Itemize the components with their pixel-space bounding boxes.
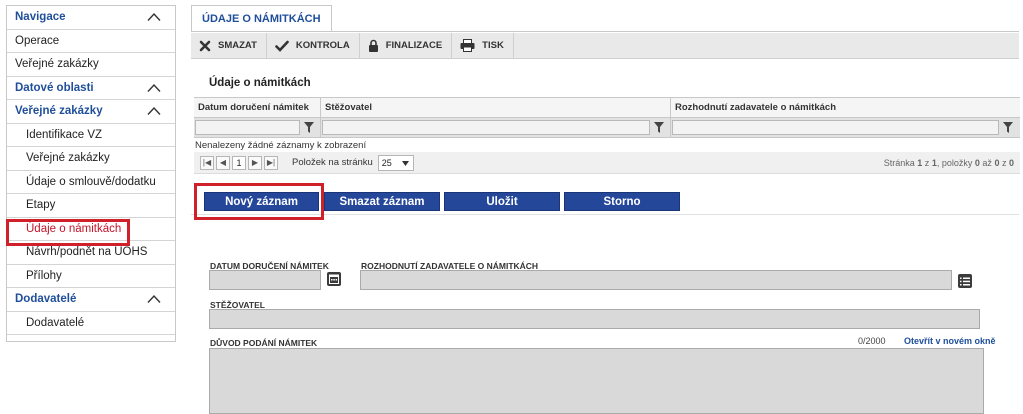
first-page-icon[interactable]: |◀	[200, 155, 214, 170]
per-page-label: Položek na stránku	[292, 157, 373, 168]
chevron-down-icon	[401, 160, 409, 166]
close-icon	[199, 40, 211, 51]
sidebar-item-label: Veřejné zakázky	[15, 58, 99, 71]
next-page-icon[interactable]: ▶	[248, 155, 262, 170]
delete-button[interactable]: SMAZAT	[191, 32, 267, 59]
column-header-complainant[interactable]: Stěžovatel	[321, 98, 671, 117]
chevron-up-icon[interactable]	[147, 83, 161, 93]
sidebar-item-etapy[interactable]: Etapy	[7, 194, 175, 218]
save-button[interactable]: Uložit	[444, 192, 560, 211]
sidebar-item-dodavatele[interactable]: Dodavatelé	[7, 312, 175, 335]
sidebar-item-verejne-zakazky[interactable]: Veřejné zakázky	[7, 53, 175, 77]
per-page-select[interactable]: 25	[377, 154, 414, 171]
filter-cell-decision	[671, 118, 1020, 138]
complainant-field[interactable]	[209, 309, 980, 329]
sidebar-item-label: Dodavatelé	[26, 316, 85, 329]
action-bar: Nový záznam Smazat záznam Uložit Storno	[191, 183, 1019, 220]
delete-button-label: SMAZAT	[218, 40, 257, 51]
sidebar-section-navigace[interactable]: Navigace	[7, 6, 175, 30]
toolbar: SMAZAT KONTROLA FINALIZACE TISK	[191, 32, 1019, 59]
sidebar-item-label: Datové oblasti	[15, 81, 94, 94]
sidebar-item-label: Navigace	[15, 11, 66, 24]
cancel-button[interactable]: Storno	[564, 192, 680, 211]
filter-cell-date	[194, 117, 321, 138]
column-header-date[interactable]: Datum doručení námitek	[194, 98, 321, 117]
print-button[interactable]: TISK	[452, 32, 514, 59]
section-title: Údaje o námitkách	[209, 77, 311, 89]
sidebar-item-label: Dodavatelé	[15, 293, 77, 306]
sidebar-item-label: Návrh/podnět na ÚOHS	[26, 246, 148, 259]
sidebar-section-datove-oblasti[interactable]: Datové oblasti	[7, 77, 175, 100]
column-header-decision[interactable]: Rozhodnutí zadavatele o námitkách	[671, 98, 1020, 117]
records-grid: Datum doručení námitek Stěžovatel Rozhod…	[194, 97, 1020, 174]
checkmark-icon	[275, 40, 289, 52]
check-button[interactable]: KONTROLA	[267, 32, 360, 59]
filter-input-complainant[interactable]	[322, 120, 650, 135]
reason-field-label: DŮVOD PODÁNÍ NÁMITEK	[210, 338, 318, 348]
filter-icon[interactable]	[304, 122, 314, 133]
grid-empty-message: Nenalezeny žádné záznamy k zobrazení	[195, 139, 367, 151]
sidebar-item-label: Operace	[15, 34, 60, 47]
sidebar-item-verejne-zakazky[interactable]: Veřejné zakázky	[7, 147, 175, 171]
chevron-up-icon[interactable]	[147, 12, 161, 22]
reason-char-counter: 0/2000	[858, 336, 886, 346]
print-button-label: TISK	[482, 40, 504, 51]
last-page-icon[interactable]: ▶|	[264, 155, 278, 170]
sidebar-item-label: Veřejné zakázky	[26, 152, 110, 165]
chevron-up-icon[interactable]	[147, 106, 161, 116]
sidebar-item-label: Údaje o smlouvě/dodatku	[26, 175, 156, 188]
list-icon[interactable]	[958, 274, 972, 288]
main-panel: ÚDAJE O NÁMITKÁCH SMAZAT KONTROLA FINALI…	[191, 5, 1020, 414]
sidebar-section-verejne-zakazky[interactable]: Veřejné zakázky	[7, 100, 175, 124]
sidebar-item-identifikace-vz[interactable]: Identifikace VZ	[7, 124, 175, 147]
sidebar-nav: Navigace Operace Veřejné zakázky Datové obl…	[6, 5, 176, 342]
pager-info: Stránka 1 z 1, položky 0 až 0 z 0	[883, 157, 1014, 168]
sidebar-item-udaje-o-smlouve-dodatku[interactable]: Údaje o smlouvě/dodatku	[7, 171, 175, 194]
open-in-new-window-link[interactable]: Otevřít v novém okně	[904, 336, 996, 346]
delete-record-button[interactable]: Smazat záznam	[324, 192, 440, 211]
sidebar-item-label: Veřejné zakázky	[15, 105, 103, 118]
page-number-input[interactable]: 1	[232, 155, 246, 170]
check-button-label: KONTROLA	[295, 40, 350, 51]
filter-icon[interactable]	[654, 122, 664, 133]
date-field[interactable]	[209, 270, 321, 290]
per-page-value: 25	[381, 157, 392, 168]
reason-textarea[interactable]	[209, 348, 984, 414]
sidebar-item-navrh-podnet-na-uohs[interactable]: Návrh/podnět na ÚOHS	[7, 241, 175, 265]
sidebar-item-label: Etapy	[26, 199, 56, 212]
sidebar-item-prilohy[interactable]: Přílohy	[7, 265, 175, 288]
calendar-icon[interactable]	[327, 272, 341, 286]
filter-input-decision[interactable]	[672, 120, 999, 135]
printer-icon	[460, 39, 475, 52]
filter-input-date[interactable]	[195, 120, 300, 135]
grid-header: Datum doručení námitek Stěžovatel Rozhod…	[194, 97, 1020, 118]
decision-field[interactable]	[360, 270, 952, 290]
prev-page-icon[interactable]: ◀	[216, 155, 230, 170]
lock-icon	[368, 39, 378, 52]
sidebar-section-dodavatele[interactable]: Dodavatelé	[7, 288, 175, 312]
sidebar-item-label: Údaje o námitkách	[26, 222, 122, 235]
filter-icon[interactable]	[1003, 122, 1013, 133]
sidebar-item-label: Identifikace VZ	[26, 128, 103, 141]
finalize-button-label: FINALIZACE	[385, 40, 443, 51]
chevron-up-icon[interactable]	[147, 294, 161, 304]
tab-udaje-o-namitkach[interactable]: ÚDAJE O NÁMITKÁCH	[191, 5, 332, 31]
finalize-button[interactable]: FINALIZACE	[360, 32, 453, 59]
new-record-button[interactable]: Nový záznam	[204, 192, 319, 211]
grid-filter-row	[194, 117, 1020, 138]
sidebar-item-operace[interactable]: Operace	[7, 30, 175, 53]
grid-pager: |◀ ◀ 1 ▶ ▶| Položek na stránku 25 Stránk…	[194, 152, 1020, 174]
filter-cell-complainant	[321, 117, 671, 138]
sidebar-item-udaje-o-namitkach[interactable]: Údaje o námitkách	[7, 218, 175, 241]
sidebar-item-label: Přílohy	[26, 269, 62, 282]
